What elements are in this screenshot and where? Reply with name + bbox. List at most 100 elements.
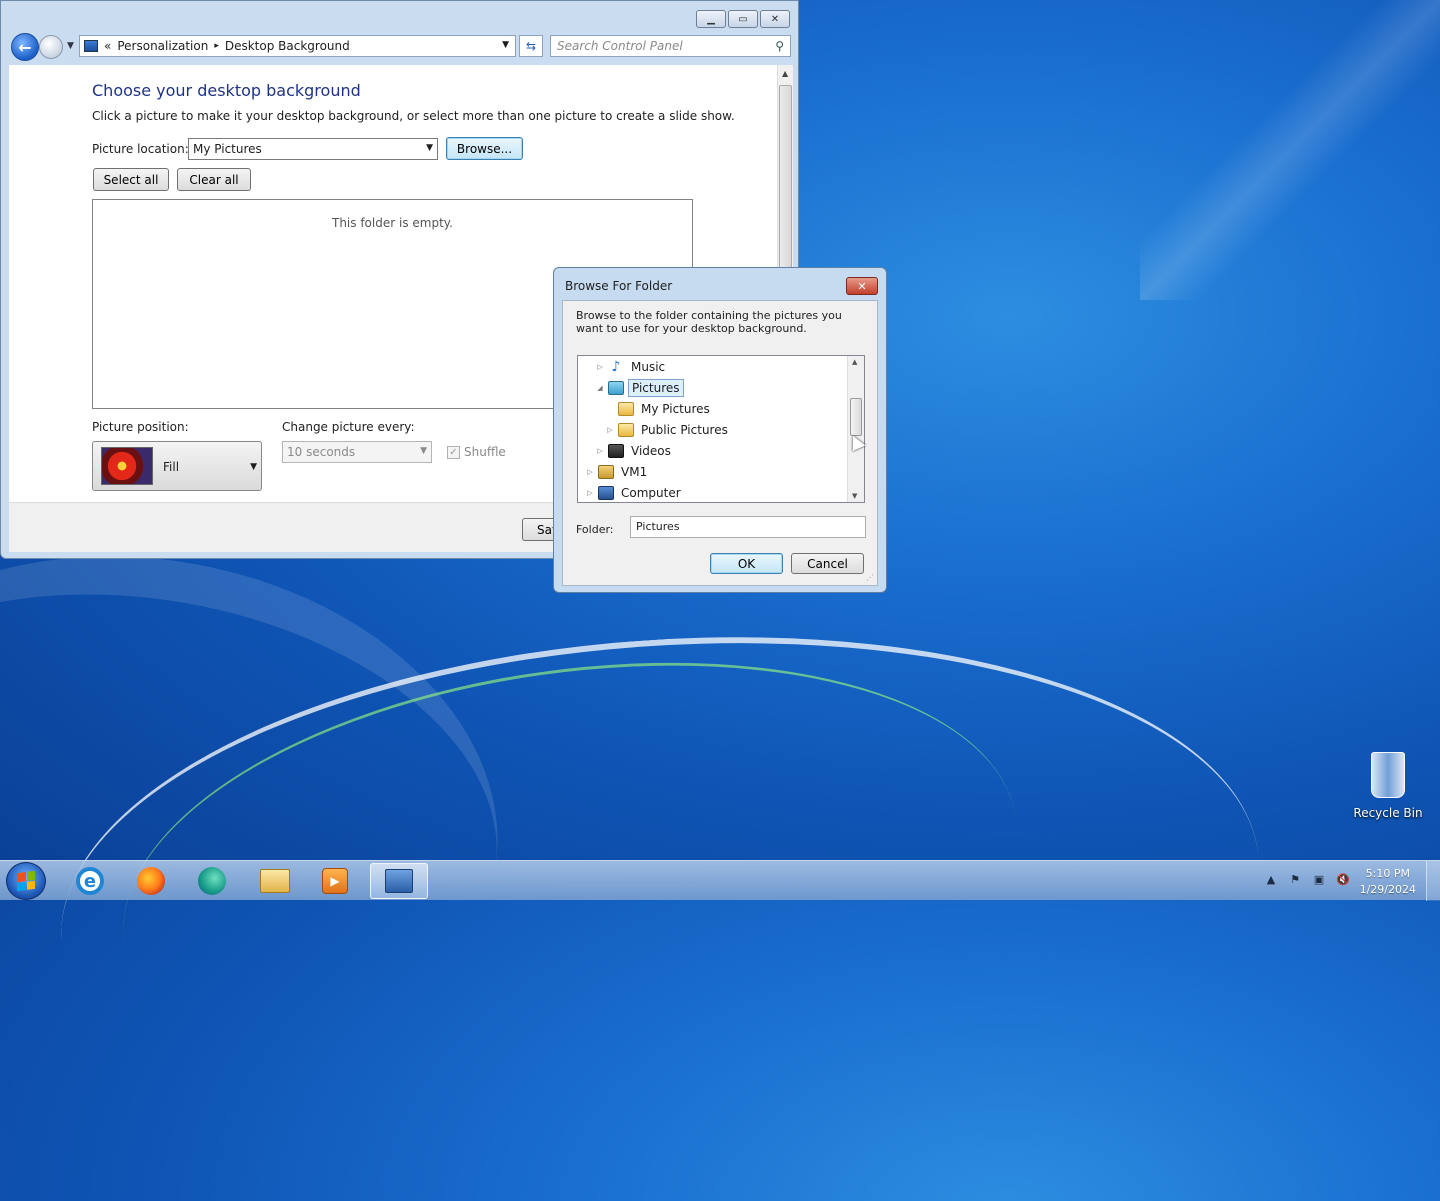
close-icon[interactable]: ✕ [760, 10, 790, 28]
tree-item-label: Pictures [628, 379, 684, 397]
maximize-icon[interactable]: ▭ [728, 10, 758, 28]
tree-item-pictures[interactable]: ◢ Pictures [596, 378, 684, 398]
control-panel-icon [84, 40, 98, 52]
chevron-down-icon: ▼ [250, 462, 257, 472]
change-interval-select[interactable]: 10 seconds ▼ [282, 441, 432, 463]
clock-time: 5:10 PM [1365, 867, 1410, 880]
clock[interactable]: 5:10 PM 1/29/2024 [1360, 866, 1416, 898]
expand-arrow-icon[interactable]: ▷ [596, 363, 604, 371]
expand-arrow-icon[interactable]: ▷ [606, 426, 614, 434]
wallpaper-thumbnail [101, 447, 153, 485]
firefox-icon [137, 867, 165, 895]
navigation-bar: ← ▼ « Personalization ▸ Desktop Backgrou… [9, 33, 791, 61]
media-player-icon: ▶ [322, 868, 348, 894]
tree-item-computer[interactable]: ▷ Computer [586, 483, 684, 502]
start-button[interactable] [6, 862, 46, 900]
scroll-thumb[interactable] [850, 398, 862, 436]
page-description: Click a picture to make it your desktop … [92, 109, 735, 123]
search-placeholder: Search Control Panel [557, 39, 683, 53]
recycle-bin-icon [1371, 752, 1405, 798]
scroll-up-icon[interactable]: ▲ [852, 358, 857, 366]
folder-icon [618, 423, 634, 437]
browse-for-folder-dialog: Browse For Folder ✕ Browse to the folder… [553, 267, 887, 593]
recycle-bin-label: Recycle Bin [1353, 806, 1423, 820]
cancel-button[interactable]: Cancel [791, 553, 864, 574]
dialog-title: Browse For Folder [565, 279, 673, 293]
chevron-down-icon: ▼ [426, 143, 433, 153]
back-arrow-icon[interactable]: ← [11, 33, 39, 61]
recycle-bin-shortcut[interactable]: Recycle Bin [1352, 752, 1424, 820]
folder-label: Folder: [576, 523, 614, 536]
network-icon[interactable]: ▣ [1312, 873, 1326, 887]
taskbar: e ▶ ▲ ⚑ ▣ 🔇 5:10 PM 1/29/2024 [0, 860, 1440, 901]
tree-item-my-pictures[interactable]: My Pictures [606, 399, 713, 419]
volume-muted-icon[interactable]: 🔇 [1336, 873, 1350, 887]
pictures-library-icon [608, 381, 624, 395]
tree-item-vm1[interactable]: ▷ VM1 [586, 462, 650, 482]
folder-tree[interactable]: ▷ ♪ Music ◢ Pictures My Pictures ▷ Publi… [577, 355, 865, 503]
scroll-up-icon[interactable]: ▲ [782, 69, 788, 78]
expand-arrow-icon[interactable]: ▷ [596, 447, 604, 455]
search-input[interactable]: Search Control Panel ⚲ [550, 35, 791, 57]
breadcrumb-separator-icon[interactable]: ▸ [214, 41, 219, 51]
show-desktop-button[interactable] [1426, 861, 1440, 901]
chevron-down-icon: ▼ [420, 446, 427, 456]
checkmark-icon[interactable]: ✓ [447, 445, 460, 459]
dialog-description: Browse to the folder containing the pict… [576, 309, 842, 335]
tree-scrollbar[interactable]: ▲ ▼ [847, 356, 864, 502]
tree-item-label: Videos [631, 444, 671, 458]
minimize-icon[interactable]: ▁ [696, 10, 726, 28]
picture-location-label: Picture location: [92, 142, 189, 156]
window-controls: ▁ ▭ ✕ [696, 10, 790, 28]
forward-arrow-icon[interactable] [39, 35, 63, 59]
breadcrumb-personalization[interactable]: Personalization [117, 39, 208, 53]
picture-position-select[interactable]: Fill ▼ [92, 441, 262, 491]
address-chevrons[interactable]: « [104, 39, 111, 53]
collapse-arrow-icon[interactable]: ◢ [596, 384, 604, 392]
dialog-body: Browse to the folder containing the pict… [562, 300, 878, 586]
scroll-down-icon[interactable]: ▼ [852, 492, 857, 500]
taskbar-control-panel[interactable] [370, 863, 428, 899]
taskbar-firefox[interactable] [122, 863, 180, 899]
wallpaper-light-beam [1140, 0, 1440, 300]
action-center-flag-icon[interactable]: ⚑ [1288, 873, 1302, 887]
picture-location-select[interactable]: My Pictures ▼ [188, 138, 438, 160]
select-all-button[interactable]: Select all [93, 168, 169, 191]
taskbar-internet-explorer[interactable]: e [61, 863, 119, 899]
internet-explorer-icon: e [76, 867, 104, 895]
taskbar-media-player[interactable]: ▶ [306, 863, 364, 899]
tree-item-public-pictures[interactable]: ▷ Public Pictures [606, 420, 731, 440]
expand-arrow-icon[interactable]: ▷ [586, 489, 594, 497]
recent-pages-chevron-down-icon[interactable]: ▼ [67, 41, 74, 51]
tree-item-label: Public Pictures [641, 423, 728, 437]
show-hidden-icons-icon[interactable]: ▲ [1264, 873, 1278, 887]
breadcrumb-desktop-background[interactable]: Desktop Background [225, 39, 350, 53]
picture-position-value: Fill [163, 460, 180, 474]
tree-item-label: Music [631, 360, 666, 374]
ok-button[interactable]: OK [710, 553, 783, 574]
system-tray: ▲ ⚑ ▣ 🔇 [1264, 873, 1350, 887]
resize-grip-icon[interactable]: ⋰ [866, 573, 874, 582]
refresh-icon[interactable]: ⇆ [519, 35, 543, 57]
browse-button[interactable]: Browse... [446, 137, 523, 160]
address-history-chevron-down-icon[interactable]: ▼ [502, 40, 509, 50]
computer-icon [598, 486, 614, 500]
shuffle-checkbox[interactable]: ✓ Shuffle [447, 445, 506, 459]
page-title: Choose your desktop background [92, 81, 361, 100]
tree-item-videos[interactable]: ▷ Videos [596, 441, 674, 461]
close-icon[interactable]: ✕ [846, 277, 878, 295]
tree-item-music[interactable]: ▷ ♪ Music [596, 357, 668, 377]
folder-name-input[interactable]: Pictures [630, 516, 866, 538]
taskbar-edge[interactable] [183, 863, 241, 899]
tree-item-label: VM1 [621, 465, 648, 479]
file-explorer-icon [260, 869, 290, 893]
videos-icon [608, 444, 624, 458]
search-icon[interactable]: ⚲ [775, 39, 784, 53]
picture-position-label: Picture position: [92, 420, 189, 434]
taskbar-file-explorer[interactable] [246, 863, 304, 899]
expand-arrow-icon[interactable]: ▷ [586, 468, 594, 476]
music-icon: ♪ [611, 359, 621, 375]
clear-all-button[interactable]: Clear all [177, 168, 251, 191]
address-bar[interactable]: « Personalization ▸ Desktop Background ▼ [79, 35, 516, 57]
folder-icon [618, 402, 634, 416]
